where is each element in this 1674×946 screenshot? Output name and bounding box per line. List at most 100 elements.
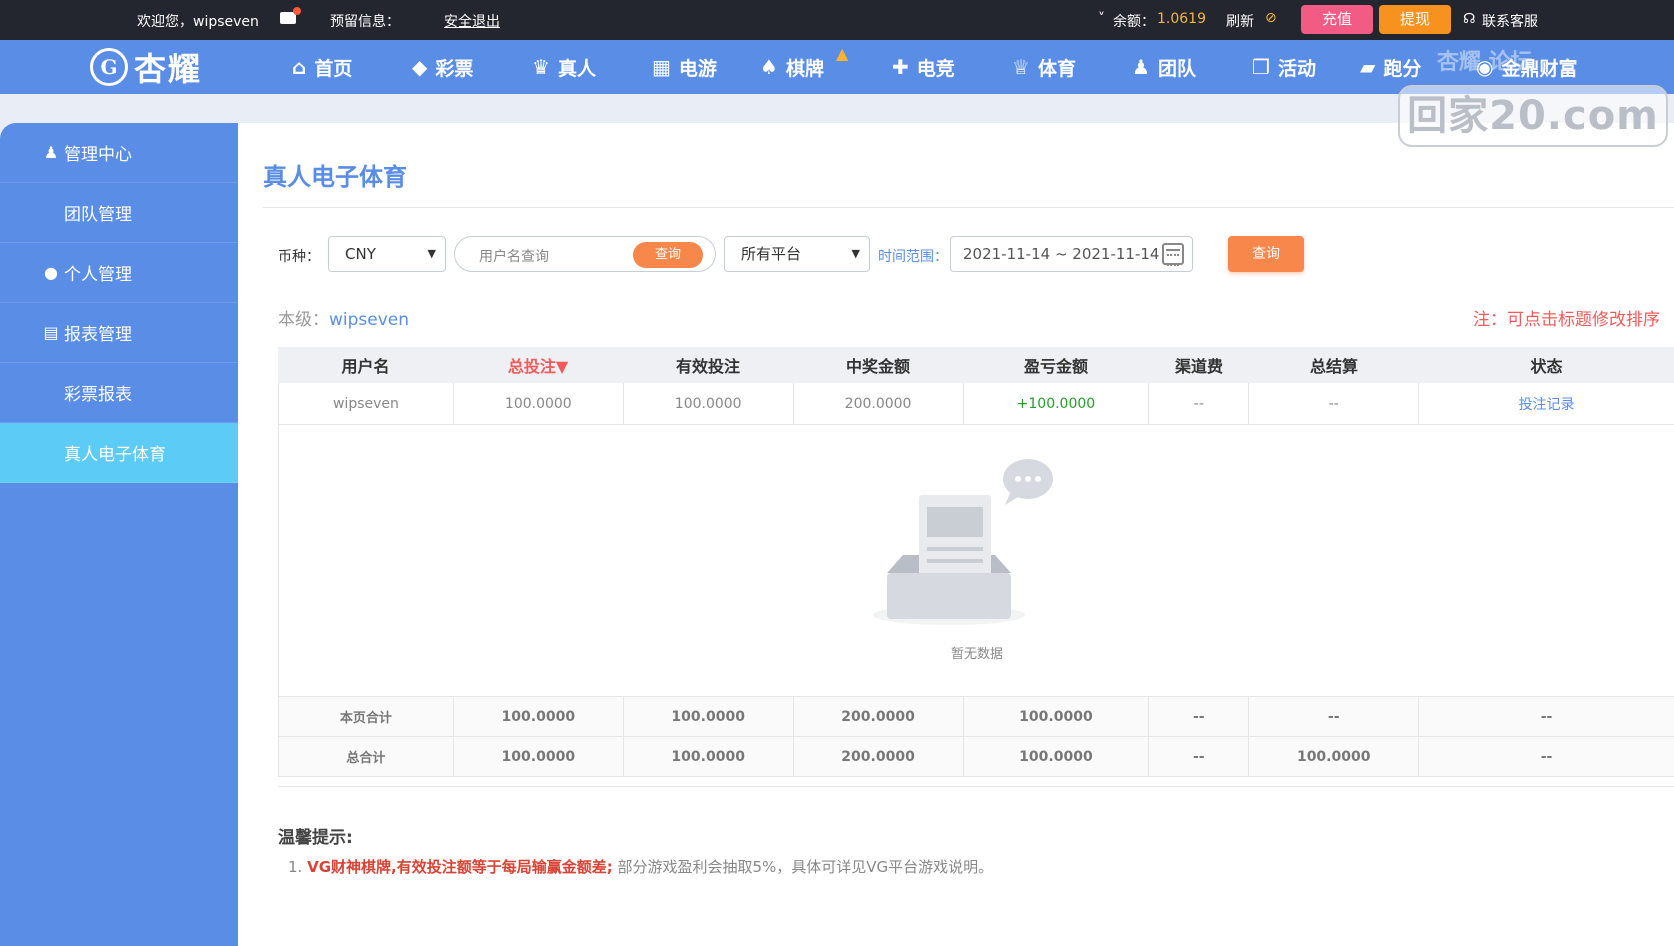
cards-icon: ♠ — [760, 55, 778, 79]
level-indicator: 本级：wipseven — [278, 310, 410, 330]
watermark-caption: 杏耀 论坛 — [1437, 50, 1533, 75]
cell-prize: 200.0000 — [794, 383, 964, 424]
col-total-bet[interactable]: 总投注▼ — [453, 347, 623, 383]
user-icon: ● — [44, 263, 58, 282]
nav-slots[interactable]: ▦ 电游 — [652, 52, 717, 82]
sidebar-item-label: 报表管理 — [64, 325, 132, 345]
chevron-down-icon: ▼ — [851, 247, 860, 260]
sidebar-item-management-center[interactable]: ♟ 管理中心 — [0, 123, 238, 183]
bet-record-link[interactable]: 投注记录 — [1419, 383, 1674, 424]
page-title: 真人电子体育 — [263, 163, 407, 191]
balance-value: 1.0619 — [1157, 11, 1206, 27]
nav-home[interactable]: ⌂ 首页 — [292, 52, 352, 82]
gamepad-icon: ✚ — [892, 55, 909, 79]
col-username[interactable]: 用户名 — [278, 347, 453, 383]
platform-select[interactable]: 所有平台 ▼ — [724, 236, 870, 272]
username-search[interactable]: 用户名查询 查询 — [454, 236, 716, 272]
nav-team[interactable]: ♟ 团队 — [1132, 52, 1196, 82]
level-user-link[interactable]: wipseven — [329, 310, 409, 330]
withdraw-button[interactable]: 提现 — [1379, 5, 1451, 34]
report-icon: ▤ — [43, 323, 59, 342]
nav-chess[interactable]: ♠ 棋牌 — [760, 52, 824, 82]
team-icon: ♟ — [1132, 55, 1150, 79]
support-link[interactable]: 联系客服 — [1482, 11, 1538, 31]
home-icon: ⌂ — [292, 55, 307, 79]
recharge-button[interactable]: 充值 — [1301, 5, 1373, 34]
sidebar-item-report-management[interactable]: ▤ 报表管理 — [0, 303, 238, 363]
nav-events[interactable]: ❒ 活动 — [1252, 52, 1316, 82]
sidebar-item-personal-management[interactable]: ● 个人管理 — [0, 243, 238, 303]
brand-logo[interactable]: G 杏耀 — [90, 44, 202, 90]
calendar-icon[interactable] — [1162, 243, 1184, 266]
col-profit[interactable]: 盈亏金额 — [963, 347, 1149, 383]
cell-settlement: -- — [1249, 383, 1420, 424]
nav-score[interactable]: ▰ 跑分 — [1360, 52, 1421, 82]
sidebar-item-label: 管理中心 — [64, 145, 132, 165]
empty-state: 暂无数据 — [278, 425, 1674, 697]
watermark-logo: 回家20.com — [1398, 85, 1668, 147]
table-header: 用户名 总投注▼ 有效投注 中奖金额 盈亏金额 渠道费 总结算 状态 — [278, 347, 1674, 383]
tip-item: 1. VG财神棋牌,有效投注额等于每局输赢金额差; 部分游戏盈利会抽取5%，具体… — [288, 858, 994, 876]
hot-flame-icon: ▲ — [836, 44, 849, 63]
eye-off-icon[interactable]: ⊘ — [1265, 11, 1283, 25]
headset-icon[interactable]: ☊ — [1463, 11, 1475, 27]
col-status[interactable]: 状态 — [1419, 347, 1674, 383]
sidebar-item-label: 个人管理 — [64, 265, 132, 285]
logo-emblem: G — [90, 48, 128, 86]
col-prize[interactable]: 中奖金额 — [793, 347, 963, 383]
nav-sports[interactable]: ♕ 体育 — [1012, 52, 1076, 82]
cell-username: wipseven — [279, 383, 454, 424]
sidebar-item-label: 团队管理 — [64, 205, 132, 225]
nav-lottery[interactable]: ◆ 彩票 — [412, 52, 473, 82]
car-icon: ▰ — [1360, 55, 1376, 79]
username-search-button[interactable]: 查询 — [633, 242, 703, 268]
refresh-link[interactable]: 刷新 — [1226, 11, 1254, 31]
chevron-down-icon: ▼ — [427, 247, 436, 260]
page-total-row: 本页合计 100.0000 100.0000 200.0000 100.0000… — [278, 697, 1674, 737]
cell-valid-bet: 100.0000 — [624, 383, 794, 424]
time-range-label: 时间范围： — [878, 249, 948, 265]
sidebar-item-team-management[interactable]: 团队管理 — [0, 183, 238, 243]
mail-icon[interactable] — [280, 7, 301, 24]
sidebar-item-live-electronic-sports[interactable]: 真人电子体育 — [0, 423, 238, 483]
col-channel-fee[interactable]: 渠道费 — [1149, 347, 1249, 383]
section-divider — [278, 786, 1674, 787]
currency-select[interactable]: CNY ▼ — [328, 236, 446, 272]
tips-title: 温馨提示: — [278, 828, 353, 848]
sidebar-item-lottery-report[interactable]: 彩票报表 — [0, 363, 238, 423]
cell-total-bet: 100.0000 — [454, 383, 624, 424]
currency-label: 币种： — [278, 249, 320, 265]
date-range-input[interactable]: 2021-11-14 ~ 2021-11-14 — [950, 236, 1193, 272]
main-content: 真人电子体育 币种： CNY ▼ 用户名查询 查询 所有平台 ▼ 时间范围： 2… — [238, 123, 1674, 946]
col-valid-bet[interactable]: 有效投注 — [623, 347, 793, 383]
empty-state-text: 暂无数据 — [950, 647, 1003, 662]
slot-icon: ▦ — [652, 55, 671, 79]
sidebar-item-label: 彩票报表 — [64, 385, 132, 405]
gift-icon: ❒ — [1252, 55, 1270, 79]
nav-live[interactable]: ♛ 真人 — [532, 52, 596, 82]
chevron-down-icon[interactable]: ˅ — [1098, 11, 1105, 27]
dealer-icon: ♛ — [532, 55, 550, 79]
username-search-input[interactable]: 用户名查询 — [479, 246, 549, 266]
sidebar: ♟ 管理中心 团队管理 ● 个人管理 ▤ 报表管理 彩票报表 真人电子体育 — [0, 123, 238, 946]
table-row: wipseven 100.0000 100.0000 200.0000 +100… — [278, 383, 1674, 425]
cell-profit: +100.0000 — [964, 383, 1150, 424]
sidebar-item-label: 真人电子体育 — [64, 445, 166, 465]
query-button[interactable]: 查询 — [1228, 236, 1304, 272]
grand-total-row: 总合计 100.0000 100.0000 200.0000 100.0000 … — [278, 737, 1674, 777]
nav-esports[interactable]: ✚ 电竞 — [892, 52, 955, 82]
title-divider — [263, 207, 1674, 208]
cell-channel-fee: -- — [1149, 383, 1250, 424]
balance-label: 余额： — [1113, 14, 1155, 30]
col-settlement[interactable]: 总结算 — [1249, 347, 1419, 383]
users-icon: ♟ — [43, 143, 59, 162]
ticket-icon: ◆ — [412, 55, 428, 79]
top-bar: 欢迎您，wipseven 预留信息： 安全退出 ˅ 余额： 1.0619 刷新 … — [0, 0, 1674, 40]
welcome-text: 欢迎您，wipseven — [137, 14, 259, 30]
sort-hint: 注：可点击标题修改排序 — [1473, 310, 1660, 330]
empty-inbox-icon — [873, 459, 1053, 625]
logout-link[interactable]: 安全退出 — [444, 11, 500, 31]
logo-text: 杏耀 — [134, 50, 203, 88]
trophy-icon: ♕ — [1012, 55, 1030, 79]
reserved-info-label: 预留信息： — [330, 14, 400, 30]
